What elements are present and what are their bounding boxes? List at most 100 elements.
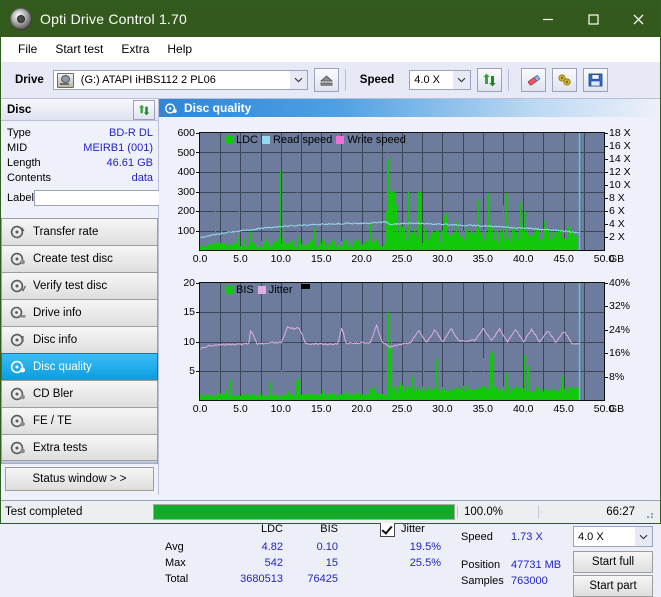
sidebar-item-label: Verify test disc (33, 280, 108, 292)
drive-toolbar: Drive (G:) ATAPI iHBS112 2 PL06 Speed 4.… (1, 62, 660, 99)
y-axis-tickmark (196, 283, 200, 284)
x-axis-tick: 35.0 (472, 253, 494, 265)
drive-label: Drive (15, 74, 44, 86)
sidebar-item-cd-bler[interactable]: CD Bler (1, 380, 158, 407)
y-axis-tick-left: 15 (183, 306, 195, 319)
disc-info-list: Type BD-R DL MID MEIRB1 (001) Length 46.… (1, 121, 237, 212)
legend-label: Write speed (347, 134, 406, 146)
refresh-button[interactable] (477, 68, 503, 92)
disc-refresh-button[interactable] (133, 99, 155, 120)
menu-item-help[interactable]: Help (158, 39, 201, 59)
y-axis-tickmark (196, 172, 200, 173)
bis-chart-legend: BIS Jitter (225, 284, 310, 296)
y-axis-tickmark (604, 146, 608, 147)
chevron-down-icon (453, 71, 471, 89)
x-axis-tick: 10.0 (270, 253, 292, 265)
sidebar-item-disc-info[interactable]: Disc info (1, 326, 158, 353)
x-axis-tick: 5.0 (233, 253, 248, 265)
x-axis-tick: 25.0 (391, 253, 413, 265)
x-axis-tick: 45.0 (553, 253, 574, 265)
sidebar-item-extra-tests[interactable]: Extra tests (1, 434, 158, 461)
test-speed-select[interactable]: 4.0 X (573, 526, 653, 547)
minimize-icon[interactable] (525, 1, 570, 37)
legend-swatch (225, 136, 233, 144)
title-bar: Opti Drive Control 1.70 (1, 1, 660, 37)
legend-entry: BIS (225, 284, 254, 296)
position-stat-value: 47731 MB (511, 559, 562, 571)
y-axis-tickmark (604, 283, 608, 284)
y-axis-tick-right: 10 X (609, 179, 631, 191)
sidebar-item-create-test-disc[interactable]: Create test disc (1, 245, 158, 272)
sidebar-item-label: Create test disc (33, 253, 113, 265)
x-axis-tick: 15.0 (310, 253, 332, 265)
jitter-checkbox[interactable] (380, 522, 395, 537)
disc-drive-icon (10, 306, 26, 320)
eraser-button[interactable] (521, 68, 547, 92)
legend-label: BIS (236, 284, 254, 296)
x-axis-tick: 40.0 (512, 253, 534, 265)
sidebar-item-label: FE / TE (33, 415, 72, 427)
disc-row-length-value: 46.61 GB (106, 156, 153, 169)
speed-select[interactable]: 4.0 X (409, 70, 472, 90)
menu-item-start-test[interactable]: Start test (46, 39, 112, 59)
y-axis-tick-right: 2 X (609, 231, 625, 243)
samples-stat-value: 763000 (511, 575, 548, 587)
sidebar-item-disc-quality[interactable]: Disc quality (1, 353, 158, 380)
start-part-button[interactable]: Start part (573, 575, 653, 597)
maximize-icon[interactable] (570, 1, 615, 37)
tools-button[interactable] (552, 68, 578, 92)
window-title: Opti Drive Control 1.70 (40, 11, 187, 27)
x-axis-unit: GB (609, 403, 625, 415)
legend-swatch (225, 286, 233, 294)
close-icon[interactable] (615, 1, 660, 37)
x-axis-tick: 30.0 (432, 403, 453, 415)
app-disc-icon (10, 8, 32, 30)
drive-select[interactable]: (G:) ATAPI iHBS112 2 PL06 (52, 70, 308, 90)
disc-row-mid-key: MID (7, 141, 28, 154)
menu-item-extra[interactable]: Extra (112, 39, 158, 59)
position-stat-label: Position (461, 559, 501, 571)
x-axis-tick: 5.0 (233, 403, 248, 415)
y-axis-tick-left: 500 (177, 146, 195, 159)
x-axis-tick: 15.0 (310, 403, 332, 415)
y-axis-tick-right: 18 X (609, 127, 631, 139)
y-axis-tick-right: 32% (609, 300, 631, 313)
sidebar-item-label: Disc info (33, 334, 78, 346)
y-axis-tickmark (604, 185, 608, 186)
disc-row-mid: MID MEIRB1 (001) (7, 140, 153, 155)
disc-bler-icon (10, 387, 26, 401)
sidebar-item-label: Transfer rate (33, 226, 99, 238)
speed-stat-value: 1.73 X (511, 531, 543, 543)
sidebar-item-fe-te[interactable]: FE / TE (1, 407, 158, 434)
ldc-plot-svg (200, 133, 581, 250)
speed-label: Speed (359, 74, 395, 86)
save-button[interactable] (583, 68, 609, 92)
stats-header-bis: BIS (320, 523, 338, 535)
eject-button[interactable] (313, 68, 339, 92)
menu-item-file[interactable]: File (9, 39, 46, 59)
samples-stat-label: Samples (461, 575, 504, 587)
elapsed-time: 66:27 (538, 506, 643, 518)
disc-row-length: Length 46.61 GB (7, 155, 153, 170)
legend-entry: Write speed (336, 134, 406, 146)
sidebar-item-label: CD Bler (33, 388, 74, 400)
status-window-button[interactable]: Status window > > (5, 467, 154, 491)
nav-list: Transfer rate Create test disc Verify te… (1, 218, 158, 461)
y-axis-tickmark (604, 133, 608, 134)
y-axis-tickmark (604, 172, 608, 173)
bis-plot-svg (200, 283, 581, 400)
y-axis-tick-left: 5 (189, 364, 195, 377)
content-header: Disc quality (159, 99, 660, 117)
disc-create-icon (10, 252, 26, 266)
y-axis-tick-right: 6 X (609, 205, 625, 217)
x-axis-tick: 40.0 (512, 403, 534, 415)
disc-info-icon (10, 333, 26, 347)
legend-entry: Jitter (257, 284, 293, 296)
resize-grip[interactable] (643, 505, 657, 519)
start-full-button[interactable]: Start full (573, 551, 653, 573)
y-axis-tickmark (604, 224, 608, 225)
sidebar-item-verify-test-disc[interactable]: Verify test disc (1, 272, 158, 299)
sidebar-item-transfer-rate[interactable]: Transfer rate (1, 218, 158, 245)
y-axis-tick-left: 100 (177, 224, 195, 237)
sidebar-item-drive-info[interactable]: Drive info (1, 299, 158, 326)
